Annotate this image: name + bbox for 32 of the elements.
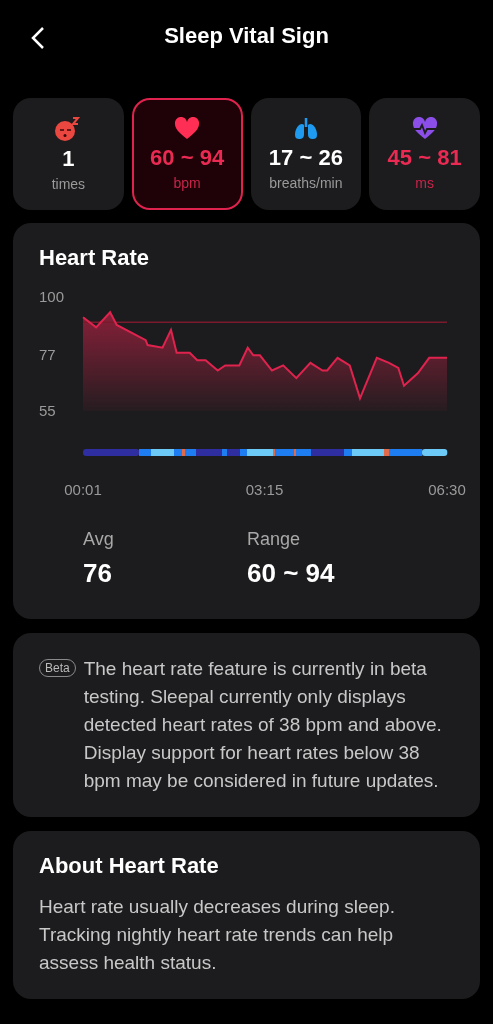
beta-note-text: The heart rate feature is currently in beta testing. Sleepal currently only displays detected heart rates of 38 bpm and above. Display support for heart rates below 38 bpm may be considered in future updates.	[83, 657, 443, 793]
x-axis-label: 06:30	[428, 481, 466, 498]
y-axis-label: 100	[39, 288, 65, 305]
about-text: Heart rate usually decreases during sleep. Tracking nightly heart rate trends can help assess health status.	[39, 895, 396, 975]
page-title: Sleep Vital Sign	[164, 23, 329, 49]
heart-pulse-icon	[410, 117, 439, 141]
metric-value: 45 ~ 81	[387, 145, 462, 171]
lungs-icon	[292, 117, 319, 141]
x-axis-label: 03:15	[245, 481, 284, 498]
metric-unit: bpm	[173, 175, 201, 191]
stat-value: 60 ~ 94	[247, 558, 336, 589]
card-title: Heart Rate	[39, 245, 151, 271]
back-icon	[31, 26, 45, 50]
metric-value: 1	[62, 146, 75, 172]
metric-unit: breaths/min	[269, 175, 343, 191]
metric-unit: times	[51, 176, 86, 192]
metric-card[interactable]: 1 times	[13, 98, 124, 210]
metric-card[interactable]: 17 ~ 26 breaths/min	[250, 98, 362, 210]
stat-label: Range	[247, 529, 302, 550]
metric-card[interactable]: 45 ~ 81 ms	[369, 98, 480, 210]
sleeping-face-icon	[54, 116, 83, 142]
y-axis-label: 77	[39, 346, 56, 364]
metric-unit: ms	[415, 175, 434, 191]
heart-icon	[174, 117, 201, 141]
metric-value: 60 ~ 94	[150, 145, 225, 171]
y-axis-label: 55	[39, 402, 56, 419]
stat-value: 76	[83, 558, 113, 589]
metric-value: 17 ~ 26	[268, 145, 343, 171]
stat-label: Avg	[83, 529, 115, 550]
card-title: About Heart Rate	[39, 853, 220, 879]
metric-card[interactable]: 60 ~ 94 bpm	[131, 98, 243, 210]
x-axis-label: 00:01	[64, 481, 102, 498]
